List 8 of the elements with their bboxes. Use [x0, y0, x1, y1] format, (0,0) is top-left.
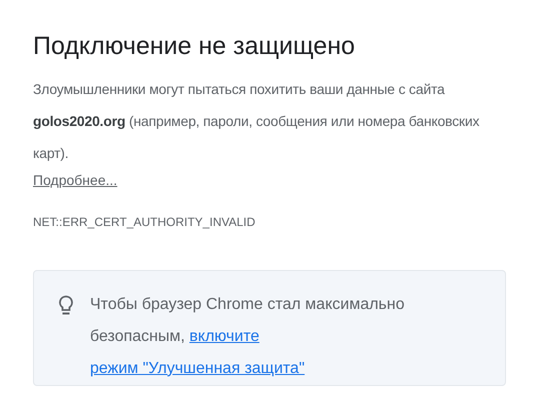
tip-text: Чтобы браузер Chrome стал максимально безопасным, включите режим "Улучшенная защита"	[90, 294, 406, 378]
enhanced-protection-link[interactable]: включите	[189, 328, 260, 344]
error-code: NET::ERR_CERT_AUTHORITY_INVALID	[33, 214, 256, 230]
lightbulb-icon	[58, 294, 74, 316]
enhanced-protection-link[interactable]: режим "Улучшенная защита"	[90, 360, 305, 376]
details-link[interactable]: Подробнее...	[33, 168, 118, 190]
warning-message: Злоумышленники могут пытаться похитить ваши данные с сайта golos2020.org (например, пароли, сообщения или номера банковских карт).	[33, 80, 480, 163]
page-title: Подключение не защищено	[33, 31, 356, 62]
